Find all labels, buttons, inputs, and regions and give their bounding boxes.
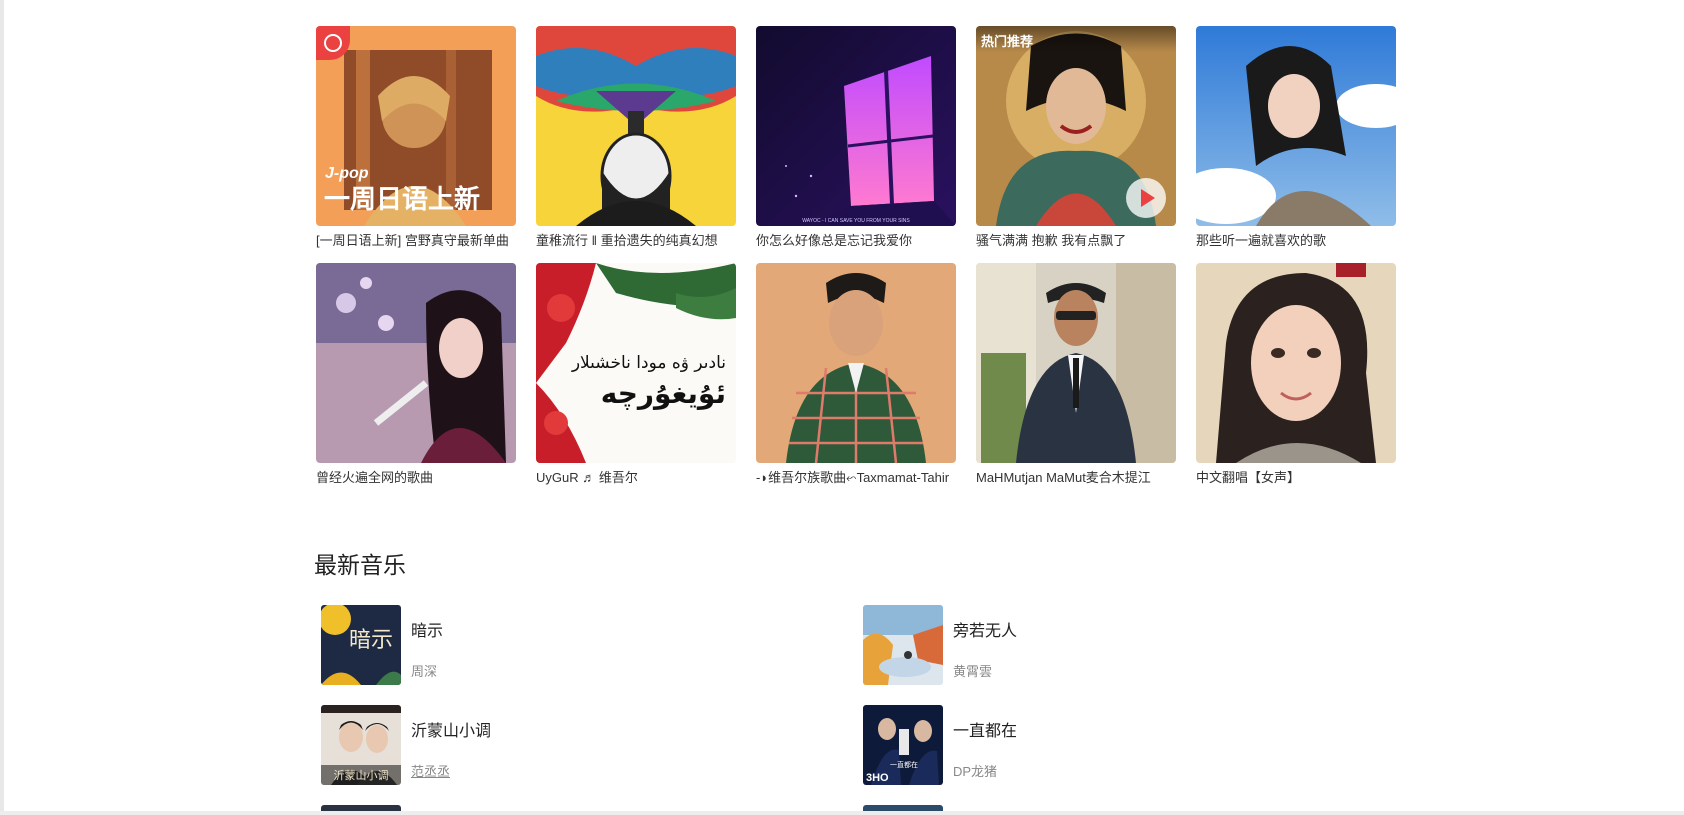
song-artist[interactable]: DP龙猪 — [953, 761, 1017, 780]
hot-badge: 热门推荐 — [976, 26, 1176, 52]
playlist-card[interactable]: MaHMutjan MaMut麦合木提江 — [976, 263, 1176, 486]
cover-glyph: 沂蒙山小调 — [334, 769, 389, 782]
playlist-card[interactable]: 中文翻唱【女声】 — [1196, 263, 1396, 486]
playlist-cover[interactable]: WAYOC - I CAN SAVE YOU FROM YOUR SINS — [756, 26, 956, 226]
playlist-title[interactable]: 中文翻唱【女声】 — [1196, 470, 1396, 486]
song-name[interactable]: 旁若无人 — [953, 617, 1017, 641]
playlist-title[interactable]: 曾经火遍全网的歌曲 — [316, 470, 516, 486]
playlist-card[interactable]: WAYOC - I CAN SAVE YOU FROM YOUR SINS 你怎… — [756, 26, 956, 249]
playlist-card[interactable]: نادىر ۋە مودا ناخشىلار ئۇيغۇرچە UyGuR ♬ … — [536, 263, 736, 486]
song-item[interactable]: 暗示 暗示 周深 — [321, 605, 863, 685]
cover-glyph: 一直都在 — [890, 760, 918, 769]
playlist-cover[interactable] — [756, 263, 956, 463]
playlist-title[interactable]: 童稚流行 ‖ 重拾遗失的纯真幻想 — [536, 233, 736, 249]
song-item[interactable]: 沂蒙山小调 沂蒙山小调 范丞丞 — [321, 705, 863, 785]
song-name[interactable]: 暗示 — [411, 617, 443, 641]
cover-text-big: ئۇيغۇرچە — [601, 377, 726, 410]
song-cover[interactable]: 一直都在 3HO — [863, 705, 943, 785]
playlist-card[interactable]: 童稚流行 ‖ 重拾遗失的纯真幻想 — [536, 26, 736, 249]
playlist-card[interactable]: 那些听一遍就喜欢的歌 — [1196, 26, 1396, 249]
playlist-cover[interactable]: نادىر ۋە مودا ناخشىلار ئۇيغۇرچە — [536, 263, 736, 463]
playlist-title[interactable]: 那些听一遍就喜欢的歌 — [1196, 233, 1396, 249]
song-cover[interactable]: 沂蒙山小调 — [321, 705, 401, 785]
playlist-card[interactable]: 曾经火遍全网的歌曲 — [316, 263, 516, 486]
window-left-edge — [0, 0, 4, 815]
playlist-cover[interactable] — [316, 263, 516, 463]
playlist-cover[interactable] — [1196, 263, 1396, 463]
song-cover[interactable] — [863, 605, 943, 685]
cover-text-small: نادىر ۋە مودا ناخشىلار — [571, 353, 726, 373]
song-name[interactable]: 一直都在 — [953, 717, 1017, 741]
playlist-title[interactable]: -◗维吾尔族歌曲⬿Taxmamat-Tahir — [756, 470, 956, 486]
cover-text-big: 一周日语上新 — [324, 184, 480, 215]
playlist-card[interactable]: J-pop 一周日语上新 [一周日语上新] 宫野真守最新单曲 — [316, 26, 516, 249]
cover-text-small: J-pop — [325, 165, 369, 182]
song-name[interactable]: 沂蒙山小调 — [411, 717, 491, 741]
playlist-title[interactable]: MaHMutjan MaMut麦合木提江 — [976, 470, 1176, 486]
song-item[interactable]: 旁若无人 黄霄雲 — [863, 605, 1405, 685]
playlist-card[interactable]: 热门推荐 骚气满满 抱歉 我有点飘了 — [976, 26, 1176, 249]
playlist-cover[interactable] — [536, 26, 736, 226]
newest-song-list: 暗示 暗示 周深 旁若无人 黄霄雲 沂蒙山小调 沂蒙山小调 范丞丞 一直都在 3… — [321, 605, 1411, 785]
playlist-cover[interactable]: J-pop 一周日语上新 — [316, 26, 516, 226]
playlist-cover[interactable] — [1196, 26, 1396, 226]
playlist-cover[interactable]: 热门推荐 — [976, 26, 1176, 226]
section-title-newest-music[interactable]: 最新音乐 — [314, 546, 406, 580]
window-bottom-edge — [0, 811, 1684, 815]
playlist-card[interactable]: -◗维吾尔族歌曲⬿Taxmamat-Tahir — [756, 263, 956, 486]
cover-caption: WAYOC - I CAN SAVE YOU FROM YOUR SINS — [802, 218, 910, 224]
song-artist[interactable]: 周深 — [411, 661, 443, 680]
playlist-title[interactable]: 你怎么好像总是忘记我爱你 — [756, 233, 956, 249]
play-icon[interactable] — [1126, 178, 1166, 218]
playlist-grid: J-pop 一周日语上新 [一周日语上新] 宫野真守最新单曲 童稚流行 ‖ 重拾… — [316, 26, 1400, 486]
playlist-cover[interactable] — [976, 263, 1176, 463]
song-item[interactable]: 一直都在 3HO 一直都在 DP龙猪 — [863, 705, 1405, 785]
playlist-title[interactable]: UyGuR ♬ 维吾尔 — [536, 470, 736, 486]
playlist-title[interactable]: [一周日语上新] 宫野真守最新单曲 — [316, 233, 516, 249]
song-cover[interactable]: 暗示 — [321, 605, 401, 685]
cover-glyph: 暗示 — [349, 628, 393, 653]
playlist-title[interactable]: 骚气满满 抱歉 我有点飘了 — [976, 233, 1176, 249]
cover-mark: 3HO — [866, 772, 889, 784]
song-artist[interactable]: 范丞丞 — [411, 761, 491, 780]
song-artist[interactable]: 黄霄雲 — [953, 661, 1017, 680]
